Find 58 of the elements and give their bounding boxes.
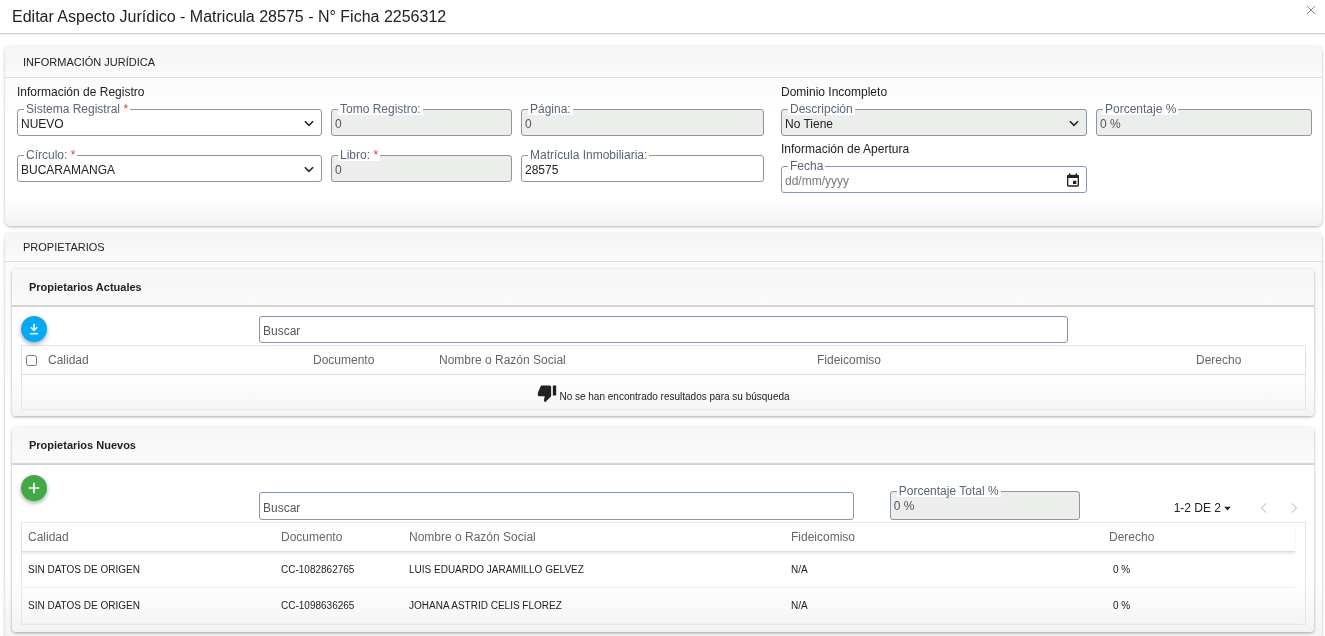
field-label: Porcentaje Total % — [896, 485, 1001, 497]
column-header: Documento — [313, 353, 376, 367]
field-label: Sistema Registral * — [24, 103, 131, 115]
group-title: Información de Apertura — [781, 142, 911, 156]
group-title: Información de Registro — [17, 85, 146, 99]
close-icon — [1305, 3, 1317, 16]
text-input[interactable]: 28575 — [525, 161, 761, 177]
column-header: Fideicomiso — [791, 530, 857, 544]
column-header: Calidad — [48, 353, 90, 367]
table-cell-text: SIN DATOS DE ORIGEN — [28, 600, 141, 611]
input-field[interactable]: Matrícula Inmobiliaria: 28575 — [521, 149, 764, 182]
select-input[interactable]: NUEVO — [21, 115, 302, 131]
plus-icon — [27, 481, 41, 495]
column-header: Nombre o Razón Social — [409, 530, 537, 544]
field-label: Tomo Registro: — [338, 103, 423, 115]
column-header: Derecho — [1196, 353, 1243, 367]
download-icon — [27, 322, 41, 336]
table-cell-text: SIN DATOS DE ORIGEN — [28, 564, 141, 575]
field-label: Página: — [528, 103, 573, 115]
calendar-icon — [1065, 172, 1081, 188]
search-field[interactable]: Buscar — [259, 492, 854, 520]
table-cell-text: CC-1082862765 — [281, 564, 356, 575]
text-input[interactable]: dd/mm/yyyy — [785, 172, 1065, 188]
group-title: Dominio Incompleto — [781, 85, 889, 99]
thumbs-down-icon — [537, 383, 558, 403]
column-header: Nombre o Razón Social — [439, 353, 567, 367]
field-label: Descripción — [788, 103, 855, 115]
section-title: PROPIETARIOS — [5, 233, 1322, 262]
table-cell-text: N/A — [791, 600, 809, 611]
field-label: Círculo: * — [24, 149, 78, 161]
table-cell-text: LUIS EDUARDO JARAMILLO GELVEZ — [409, 564, 585, 575]
column-header: Derecho — [1109, 530, 1156, 544]
window-title: Editar Aspecto Jurídico - Matricula 28575 - N° Ficha 2256312 — [12, 7, 447, 26]
select-field[interactable]: Sistema Registral * NUEVO — [17, 103, 322, 136]
select-field[interactable]: Círculo: * BUCARAMANGA — [17, 149, 322, 182]
column-header: Fideicomiso — [817, 353, 883, 367]
date-field[interactable]: Fecha dd/mm/yyyy — [781, 160, 1087, 193]
search-field[interactable]: Buscar — [259, 315, 1068, 343]
field-label: Fecha — [788, 160, 826, 172]
download-button[interactable] — [21, 316, 47, 342]
subsection-title: Propietarios Nuevos — [12, 427, 1314, 465]
select-input[interactable]: BUCARAMANGA — [21, 161, 302, 177]
column-header: Calidad — [28, 530, 70, 544]
subsection-title: Propietarios Actuales — [12, 269, 1314, 307]
field-label: Libro: * — [338, 149, 381, 161]
empty-message: No se han encontrado resultados para su búsqueda — [559, 391, 790, 402]
table-cell-text: JOHANA ASTRID CELIS FLOREZ — [409, 600, 563, 611]
table-cell-text: 0 % — [1112, 564, 1132, 575]
page-range-dropdown[interactable]: 1-2 DE 2 — [1173, 501, 1232, 515]
column-header: Documento — [281, 530, 344, 544]
table-cell-text: CC-1098636265 — [281, 600, 356, 611]
table-cell-text: N/A — [791, 564, 809, 575]
table-cell-text: 0 % — [1112, 600, 1132, 611]
section-title: INFORMACIÓN JURÍDICA — [5, 46, 1322, 78]
checkbox[interactable] — [26, 354, 37, 366]
field-label: Porcentaje % — [1103, 103, 1179, 115]
field-label: Matrícula Inmobiliaria: — [528, 149, 650, 161]
add-button[interactable] — [21, 475, 47, 501]
